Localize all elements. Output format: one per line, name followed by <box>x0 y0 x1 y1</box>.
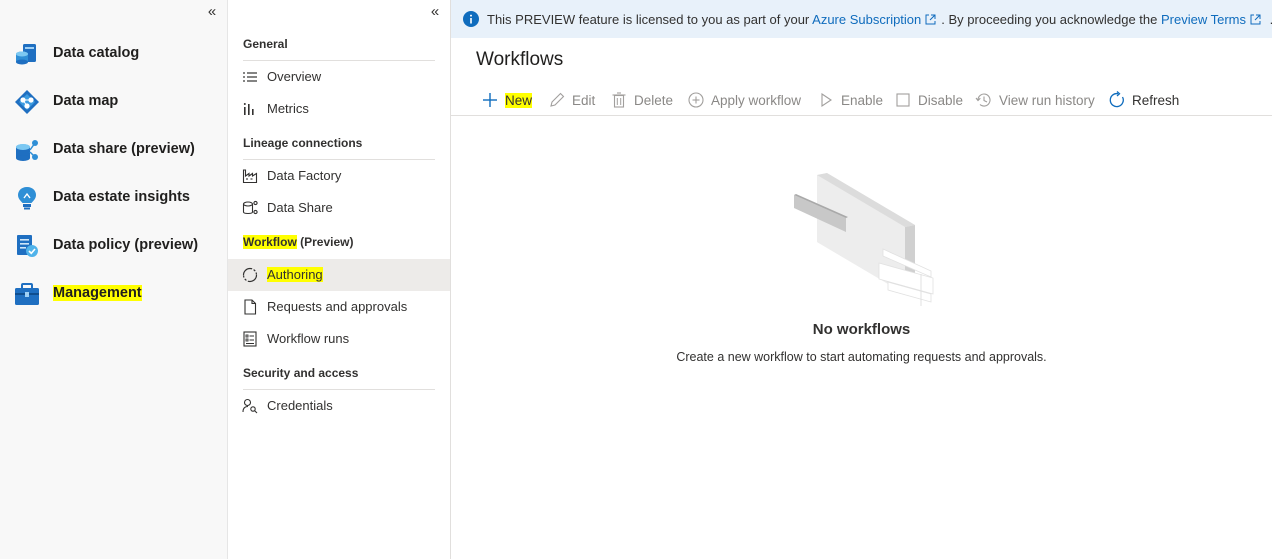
left-rail: « Data catalog Data map Data share (prev… <box>0 0 228 559</box>
authoring-cycle-icon <box>242 267 258 283</box>
section-header-suffix: (Preview) <box>296 235 354 249</box>
apply-workflow-label: Apply workflow <box>711 92 802 108</box>
nav-item-label: Data Factory <box>267 168 342 183</box>
section-header-general: General <box>243 37 435 61</box>
data-catalog-icon <box>16 44 36 65</box>
refresh-button-label: Refresh <box>1132 92 1180 108</box>
banner-text-part: ... <box>1266 12 1272 27</box>
list-icon <box>243 72 257 82</box>
nav-item-label: Data Share <box>267 200 333 215</box>
page-title: Workflows <box>476 49 564 70</box>
empty-state-subtitle: Create a new workflow to start automatin… <box>676 350 1047 364</box>
section-header-security: Security and access <box>243 366 435 390</box>
checklist-icon <box>243 331 257 347</box>
nav-item-overview[interactable]: Overview <box>228 62 450 92</box>
rail-item-label: Management <box>53 285 142 301</box>
empty-state-title: No workflows <box>812 321 911 338</box>
enable-button[interactable]: Enable <box>817 86 883 114</box>
nav-item-label: Workflow runs <box>267 331 350 346</box>
empty-workflows-illustration <box>794 173 934 306</box>
delete-button[interactable]: Delete <box>610 86 673 114</box>
nav-item-data-factory[interactable]: Data Factory <box>228 161 450 191</box>
rail-item-label: Data estate insights <box>53 189 190 205</box>
sub-navigation: « General Overview Metrics Lineage conne… <box>228 0 451 559</box>
view-run-history-button[interactable]: View run history <box>975 86 1095 114</box>
trash-icon <box>612 92 626 108</box>
nav-item-label: Requests and approvals <box>267 299 408 314</box>
apply-workflow-button[interactable]: Apply workflow <box>687 86 801 114</box>
banner-text-part: This PREVIEW feature is licensed to you … <box>487 12 813 27</box>
nav-item-workflow-runs[interactable]: Workflow runs <box>228 324 450 354</box>
rail-item-data-policy[interactable]: Data policy (preview) <box>0 227 227 263</box>
rail-item-label: Data policy (preview) <box>53 237 199 253</box>
rail-item-data-share[interactable]: Data share (preview) <box>0 131 227 167</box>
credentials-icon <box>242 398 258 414</box>
disable-button-label: Disable <box>918 92 964 108</box>
nav-item-data-share[interactable]: Data Share <box>228 193 450 223</box>
data-map-icon <box>15 90 39 114</box>
rail-item-label: Data share (preview) <box>53 141 195 157</box>
delete-button-label: Delete <box>634 92 674 108</box>
data-share-outline-icon <box>242 200 258 215</box>
nav-item-label: Authoring <box>267 267 323 282</box>
pencil-icon <box>550 92 565 107</box>
document-icon <box>244 299 257 315</box>
nav-item-label: Metrics <box>267 101 309 116</box>
command-bar: New Edit Delete Apply workflow Enable Di… <box>451 86 1272 116</box>
info-icon <box>463 11 479 27</box>
new-button[interactable]: New <box>481 86 533 114</box>
section-header-workflow: Workflow (Preview) <box>243 235 435 258</box>
new-button-label: New <box>505 92 533 108</box>
nav-item-authoring[interactable]: Authoring <box>228 259 450 291</box>
collapse-rail-button[interactable]: « <box>205 4 219 20</box>
nav-item-credentials[interactable]: Credentials <box>228 391 450 421</box>
nav-item-label: Overview <box>267 69 322 84</box>
rail-item-data-map[interactable]: Data map <box>0 83 227 119</box>
disable-button[interactable]: Disable <box>894 86 963 114</box>
banner-text: This PREVIEW feature is licensed to you … <box>487 12 1272 27</box>
edit-button-label: Edit <box>572 92 596 108</box>
add-icon <box>483 93 497 107</box>
nav-item-metrics[interactable]: Metrics <box>228 94 450 124</box>
rail-item-label: Data map <box>53 93 119 109</box>
rail-item-data-estate-insights[interactable]: Data estate insights <box>0 179 227 215</box>
refresh-button[interactable]: Refresh <box>1108 86 1179 114</box>
enable-button-label: Enable <box>841 92 884 108</box>
azure-subscription-link[interactable]: Azure Subscription <box>812 12 921 27</box>
rail-item-management[interactable]: Management <box>0 275 227 311</box>
play-icon <box>821 92 832 108</box>
external-link-icon <box>925 14 936 25</box>
factory-icon <box>242 169 258 184</box>
external-link-icon <box>1250 14 1261 25</box>
data-policy-icon <box>17 235 38 257</box>
main-content: This PREVIEW feature is licensed to you … <box>451 0 1272 559</box>
view-run-history-label: View run history <box>999 92 1095 108</box>
preview-terms-link[interactable]: Preview Terms <box>1161 12 1246 27</box>
insights-bulb-icon <box>18 187 36 210</box>
preview-banner: This PREVIEW feature is licensed to you … <box>451 0 1272 38</box>
collapse-subnav-button[interactable]: « <box>428 4 442 20</box>
banner-text-part: . By proceeding you acknowledge the <box>941 12 1161 27</box>
nav-item-requests-approvals[interactable]: Requests and approvals <box>228 292 450 322</box>
metrics-icon <box>243 103 254 115</box>
add-circle-icon <box>688 92 704 108</box>
edit-button[interactable]: Edit <box>548 86 595 114</box>
nav-item-label: Credentials <box>267 398 333 413</box>
refresh-icon <box>1109 91 1124 108</box>
section-header-highlight: Workflow <box>243 235 297 249</box>
rail-item-label: Data catalog <box>53 45 140 61</box>
data-share-icon <box>16 140 38 161</box>
stop-square-icon <box>896 93 910 107</box>
rail-item-data-catalog[interactable]: Data catalog <box>0 35 227 71</box>
section-header-lineage: Lineage connections <box>243 136 435 160</box>
management-toolbox-icon <box>15 283 39 305</box>
history-icon <box>975 93 991 107</box>
